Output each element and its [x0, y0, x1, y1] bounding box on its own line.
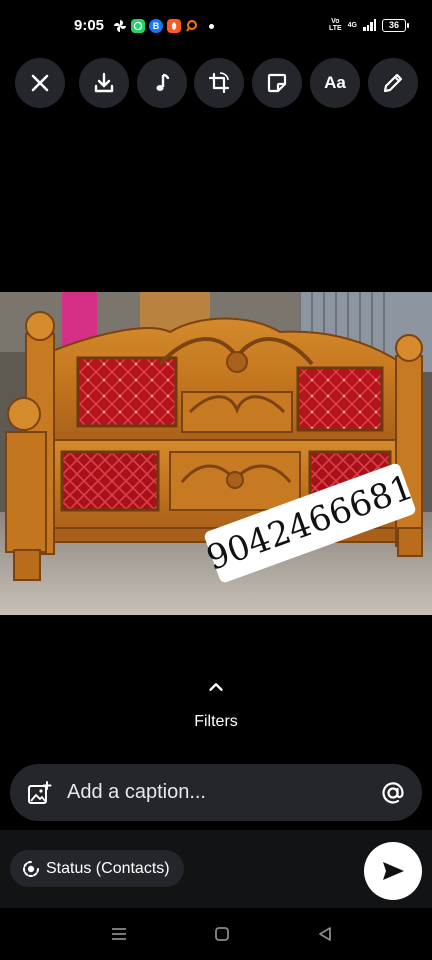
volte-indicator: Vo LTE [328, 18, 342, 32]
draw-button[interactable] [368, 58, 418, 108]
close-icon [31, 74, 49, 92]
signal-icon [363, 19, 376, 31]
recents-icon[interactable] [110, 925, 128, 943]
search-app-icon [185, 19, 199, 33]
status-audience-chip[interactable]: Status (Contacts) [10, 850, 184, 887]
system-indicators: Vo LTE 4G 36 [328, 18, 409, 32]
more-notifications-dot [209, 23, 214, 29]
network-type: 4G [347, 21, 357, 29]
status-icon [23, 860, 39, 877]
battery-icon: 36 [382, 18, 409, 32]
text-tool-label: Aa [324, 73, 346, 92]
whatsapp-icon [131, 19, 145, 33]
sticker-icon [267, 73, 287, 93]
send-button[interactable] [364, 842, 422, 900]
music-button[interactable] [137, 58, 187, 108]
close-button[interactable] [15, 58, 65, 108]
status-bar: 9:05 B Vo LTE 4G 36 [0, 0, 432, 54]
chevron-up-icon [209, 683, 223, 691]
home-icon[interactable] [213, 925, 231, 943]
pinwheel-icon [113, 19, 127, 33]
b-icon: B [149, 19, 163, 33]
battery-level: 36 [388, 20, 399, 30]
orange-app-icon [167, 19, 181, 33]
crop-rotate-icon [208, 72, 230, 94]
caption-placeholder: Add a caption... [67, 781, 206, 803]
download-button[interactable] [79, 58, 129, 108]
add-media-icon[interactable] [26, 780, 52, 806]
media-preview[interactable]: 9042466681 [0, 292, 432, 615]
caption-input[interactable]: Add a caption... [10, 764, 422, 821]
notification-icons: B [113, 19, 214, 33]
send-icon [383, 862, 404, 880]
filters-label: Filters [194, 713, 238, 730]
mention-icon[interactable] [380, 780, 406, 806]
text-tool-button[interactable]: Aa [310, 58, 360, 108]
download-icon [94, 72, 114, 93]
clock: 9:05 [74, 17, 105, 34]
status-audience-label: Status (Contacts) [46, 859, 170, 877]
back-icon[interactable] [316, 925, 334, 943]
sticker-button[interactable] [252, 58, 302, 108]
crop-rotate-button[interactable] [194, 58, 244, 108]
system-navigation-bar [0, 908, 432, 960]
pencil-icon [383, 73, 403, 93]
send-panel: Status (Contacts) [0, 830, 432, 908]
editor-toolbar: Aa [0, 58, 432, 108]
music-note-icon [156, 73, 170, 91]
filters-toggle[interactable]: Filters [0, 676, 432, 731]
